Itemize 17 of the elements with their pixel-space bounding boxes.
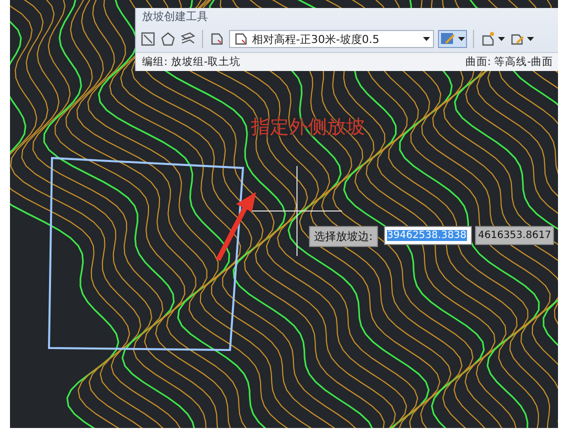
pencil-icon [440,32,456,46]
pentagon-icon[interactable] [160,31,176,47]
edit-style-button[interactable] [438,30,467,48]
shape-icon[interactable] [480,31,496,47]
group-status: 编组: 放坡组-取土坑 [142,55,241,69]
caret-icon[interactable] [423,37,430,41]
caret-icon[interactable] [458,37,465,41]
caret-icon[interactable] [527,37,534,41]
caret-icon[interactable] [498,37,505,41]
shape-icon[interactable] [233,31,249,47]
y-coordinate-field[interactable]: 4616353.8617 [475,226,554,245]
surface-status: 曲面: 等高线-曲面 [465,55,553,69]
slope-icon[interactable] [140,31,156,47]
shape-icon[interactable] [209,31,225,47]
prompt-label: 选择放坡边: [309,226,378,247]
style-dropdown[interactable]: 相对高程-正30米-坡度0.5 [229,30,434,48]
toolbar-title: 放坡创建工具 [141,9,209,25]
